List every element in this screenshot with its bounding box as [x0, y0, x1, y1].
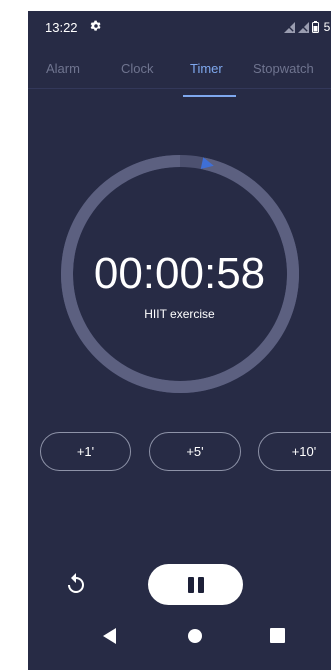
pause-button[interactable]	[148, 564, 243, 605]
tab-stopwatch[interactable]: Stopwatch	[253, 61, 314, 76]
add-10-minutes-button[interactable]: +10'	[258, 432, 331, 471]
tab-timer[interactable]: Timer	[190, 61, 223, 76]
navigation-bar	[28, 609, 331, 670]
tab-divider	[28, 88, 331, 89]
tab-clock[interactable]: Clock	[121, 61, 154, 76]
add-1-minute-button[interactable]: +1'	[40, 432, 131, 471]
tab-bar: Alarm Clock Timer Stopwatch	[28, 57, 331, 97]
back-icon[interactable]	[103, 628, 117, 644]
pause-icon	[186, 576, 206, 593]
battery-icon	[311, 21, 319, 33]
battery-level: 56	[323, 20, 331, 34]
recent-apps-icon[interactable]	[270, 628, 285, 643]
status-time: 13:22	[45, 20, 78, 35]
add-5-minutes-button[interactable]: +5'	[149, 432, 241, 471]
reset-icon[interactable]	[64, 572, 88, 596]
no-signal-icon	[297, 21, 309, 33]
no-signal-icon	[283, 21, 295, 33]
status-bar: 13:22 56	[28, 11, 331, 45]
timer-screen: 13:22 56 Alarm Clock Timer Stopw	[28, 11, 331, 670]
gear-icon	[90, 20, 101, 31]
tab-alarm[interactable]: Alarm	[46, 61, 80, 76]
timer-time: 00:00:58	[93, 249, 266, 298]
home-icon[interactable]	[187, 628, 203, 644]
timer-label[interactable]: HIIT exercise	[28, 307, 331, 321]
tab-indicator	[183, 95, 236, 97]
status-icons: 56	[283, 20, 331, 34]
